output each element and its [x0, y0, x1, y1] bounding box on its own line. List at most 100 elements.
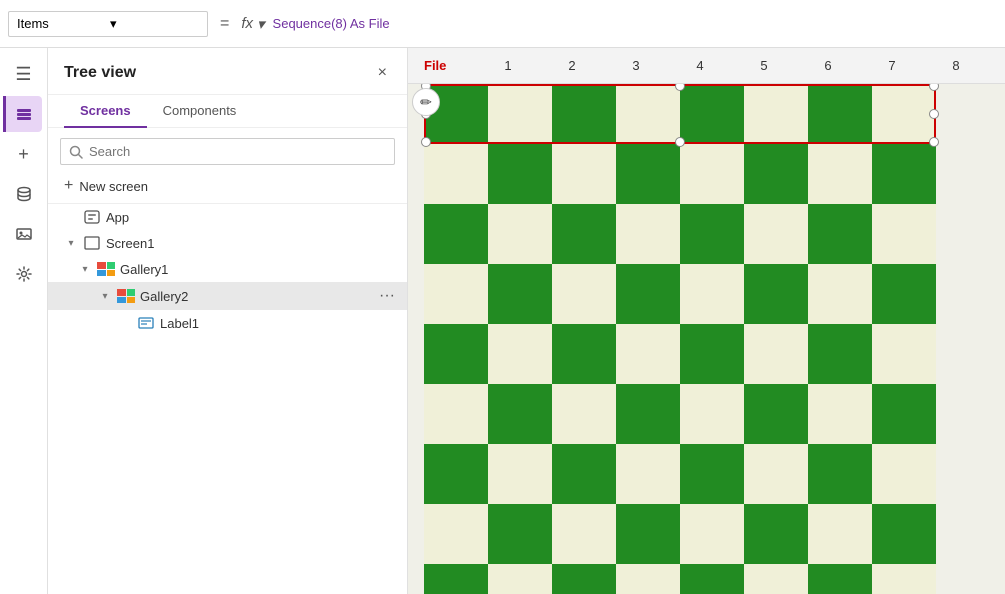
col-num-5: 5 — [732, 58, 796, 73]
cell-r3-c0 — [424, 264, 488, 324]
cell-r0-c4 — [680, 84, 744, 144]
tree-header: Tree view × — [48, 48, 407, 95]
equals-symbol: = — [216, 15, 233, 33]
tree-item-screen1[interactable]: ▾ Screen1 — [48, 230, 407, 256]
cell-r1-c5 — [744, 144, 808, 204]
tree-item-label1[interactable]: Label1 — [48, 310, 407, 336]
cell-r1-c0 — [424, 144, 488, 204]
col-num-7: 7 — [860, 58, 924, 73]
label1-icon — [136, 315, 156, 331]
cell-r0-c5 — [744, 84, 808, 144]
tab-components[interactable]: Components — [147, 95, 253, 128]
cell-r8-c0 — [424, 564, 488, 594]
cell-r8-c4 — [680, 564, 744, 594]
gallery2-label: Gallery2 — [140, 289, 188, 304]
edit-icon[interactable]: ✏ — [412, 88, 440, 116]
canvas-area: File 1 2 3 4 5 6 7 8 ✏ — [408, 48, 1005, 594]
cell-r6-c4 — [680, 444, 744, 504]
add-icon[interactable]: + — [6, 136, 42, 172]
cell-r7-c4 — [680, 504, 744, 564]
fx-chevron: ▾ — [257, 15, 265, 33]
tree-tabs: Screens Components — [48, 95, 407, 128]
cell-r7-c7 — [872, 504, 936, 564]
tab-screens[interactable]: Screens — [64, 95, 147, 128]
cell-r6-c2 — [552, 444, 616, 504]
dropdown-chevron: ▾ — [110, 16, 199, 32]
cell-r2-c7 — [872, 204, 936, 264]
cell-r6-c6 — [808, 444, 872, 504]
cell-r4-c0 — [424, 324, 488, 384]
cell-r4-c5 — [744, 324, 808, 384]
cell-r1-c6 — [808, 144, 872, 204]
database-icon[interactable] — [6, 176, 42, 212]
cell-r4-c1 — [488, 324, 552, 384]
cell-r5-c1 — [488, 384, 552, 444]
search-box[interactable] — [60, 138, 395, 165]
cell-r0-c1 — [488, 84, 552, 144]
cell-r2-c6 — [808, 204, 872, 264]
gallery2-chevron: ▾ — [98, 291, 112, 302]
cell-r1-c7 — [872, 144, 936, 204]
screen-icon — [82, 235, 102, 251]
cell-r4-c6 — [808, 324, 872, 384]
items-dropdown[interactable]: Items ▾ — [8, 11, 208, 37]
screen1-label: Screen1 — [106, 236, 154, 251]
gallery1-chevron: ▾ — [78, 264, 92, 275]
cell-r7-c2 — [552, 504, 616, 564]
new-screen-button[interactable]: + New screen — [48, 171, 407, 204]
layers-icon[interactable] — [3, 96, 42, 132]
cell-r4-c3 — [616, 324, 680, 384]
cell-r5-c4 — [680, 384, 744, 444]
cell-r3-c4 — [680, 264, 744, 324]
close-button[interactable]: × — [374, 60, 391, 86]
file-label: File — [424, 58, 476, 73]
cell-r8-c7 — [872, 564, 936, 594]
settings-icon[interactable] — [6, 256, 42, 292]
app-label: App — [106, 210, 129, 225]
cell-r0-c2 — [552, 84, 616, 144]
checkerboard — [424, 84, 936, 594]
gallery2-menu[interactable]: ··· — [375, 287, 399, 305]
cell-r4-c4 — [680, 324, 744, 384]
gallery1-icon — [96, 261, 116, 277]
cell-r7-c3 — [616, 504, 680, 564]
cell-r0-c3 — [616, 84, 680, 144]
cell-r2-c0 — [424, 204, 488, 264]
formula-bar[interactable]: Sequence(8) As File — [273, 16, 390, 31]
cell-r0-c6 — [808, 84, 872, 144]
main-area: ☰ + Tree view × Screens Components — [0, 48, 1005, 594]
cell-r2-c1 — [488, 204, 552, 264]
formula-text: Sequence(8) As File — [273, 16, 390, 31]
app-icon — [82, 209, 102, 225]
cell-r2-c5 — [744, 204, 808, 264]
new-screen-label: New screen — [79, 179, 148, 194]
col-num-1: 1 — [476, 58, 540, 73]
cell-r5-c7 — [872, 384, 936, 444]
cell-r6-c5 — [744, 444, 808, 504]
cell-r6-c7 — [872, 444, 936, 504]
tree-item-gallery1[interactable]: ▾ Gallery1 — [48, 256, 407, 282]
canvas-content[interactable]: ✏ — [408, 84, 1005, 594]
topbar: Items ▾ = fx ▾ Sequence(8) As File — [0, 0, 1005, 48]
media-icon[interactable] — [6, 216, 42, 252]
cell-r5-c0 — [424, 384, 488, 444]
tree-panel: Tree view × Screens Components + New scr… — [48, 48, 408, 594]
search-input[interactable] — [89, 144, 386, 159]
cell-r8-c1 — [488, 564, 552, 594]
screen1-chevron: ▾ — [64, 238, 78, 249]
fx-button[interactable]: fx ▾ — [241, 15, 264, 33]
cell-r7-c1 — [488, 504, 552, 564]
tree-item-app[interactable]: App — [48, 204, 407, 230]
cell-r8-c6 — [808, 564, 872, 594]
cell-r5-c5 — [744, 384, 808, 444]
tree-item-gallery2[interactable]: ▾ Gallery2 ··· — [48, 282, 407, 310]
cell-r1-c4 — [680, 144, 744, 204]
sidebar-icons: ☰ + — [0, 48, 48, 594]
col-num-6: 6 — [796, 58, 860, 73]
cell-r7-c6 — [808, 504, 872, 564]
hamburger-icon[interactable]: ☰ — [6, 56, 42, 92]
label1-label: Label1 — [160, 316, 199, 331]
cell-r1-c2 — [552, 144, 616, 204]
cell-r8-c5 — [744, 564, 808, 594]
cell-r4-c2 — [552, 324, 616, 384]
